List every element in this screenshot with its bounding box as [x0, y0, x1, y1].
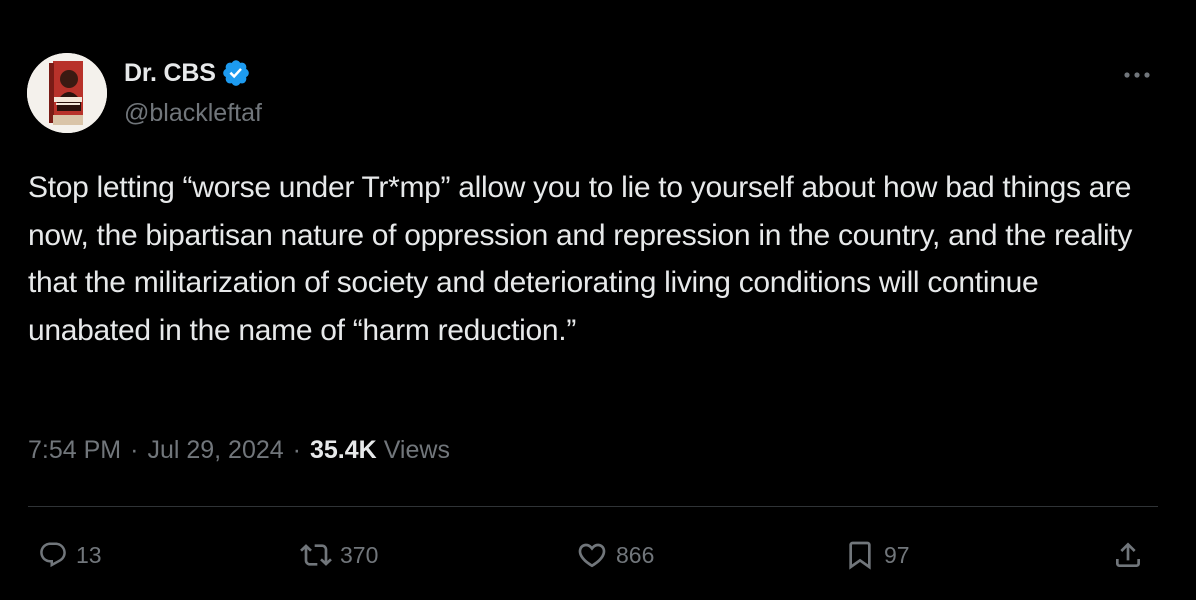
- author-name-row: Dr. CBS: [124, 58, 251, 88]
- repost-button[interactable]: 370: [300, 532, 378, 578]
- meta-separator: ·: [130, 436, 139, 464]
- repost-icon: [300, 539, 332, 571]
- tweet-time[interactable]: 7:54 PM: [28, 436, 121, 465]
- tweet-meta: 7:54 PM · Jul 29, 2024 · 35.4K Views: [28, 436, 450, 465]
- meta-separator: ·: [292, 436, 301, 464]
- views-label[interactable]: Views: [384, 436, 450, 465]
- bookmark-icon: [844, 539, 876, 571]
- views-count[interactable]: 35.4K: [310, 436, 377, 465]
- book-cover-avatar: [27, 53, 107, 133]
- repost-count: 370: [340, 541, 379, 568]
- verified-badge-icon[interactable]: [221, 58, 251, 88]
- avatar[interactable]: [27, 53, 107, 133]
- tweet-text: Stop letting “worse under Tr*mp” allow y…: [28, 171, 1133, 347]
- heart-icon: [576, 539, 608, 571]
- like-count: 866: [616, 541, 655, 568]
- more-options-icon[interactable]: [1120, 60, 1154, 90]
- tweet-date[interactable]: Jul 29, 2024: [147, 436, 283, 465]
- like-button[interactable]: 866: [576, 532, 654, 578]
- author-handle[interactable]: @blackleftaf: [124, 99, 262, 128]
- reply-button[interactable]: 13: [38, 532, 102, 578]
- bookmark-count: 97: [884, 541, 910, 568]
- bookmark-button[interactable]: 97: [844, 532, 910, 578]
- share-button[interactable]: [1112, 532, 1144, 578]
- divider: [28, 506, 1158, 507]
- share-icon: [1112, 539, 1144, 571]
- tweet-card: Dr. CBS @blackleftaf Stop letting “worse…: [0, 0, 1196, 600]
- reply-icon: [38, 540, 68, 570]
- author-display-name[interactable]: Dr. CBS: [124, 59, 216, 88]
- reply-count: 13: [76, 541, 102, 568]
